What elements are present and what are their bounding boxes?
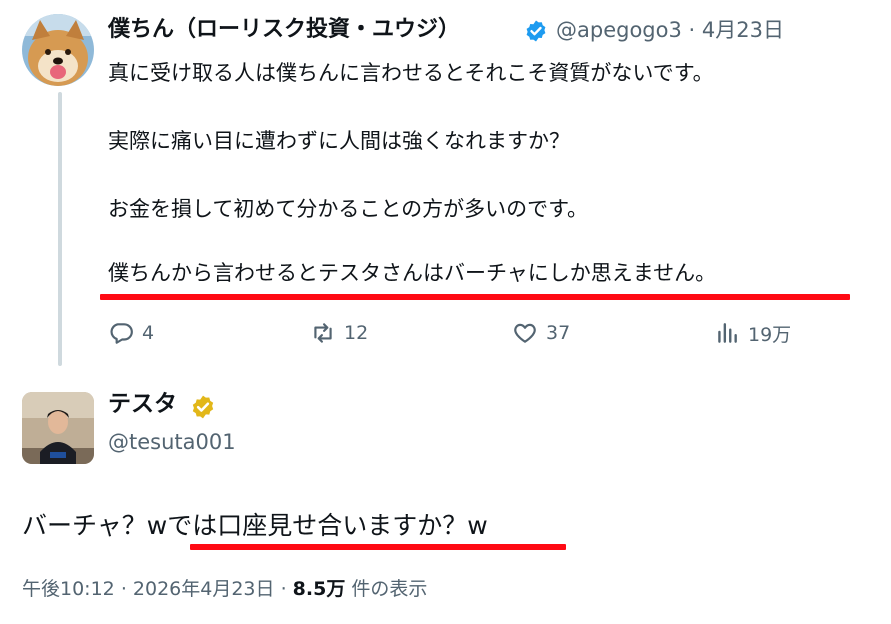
views-count: 8.5万 (292, 578, 346, 600)
verified-badge-icon (526, 20, 546, 42)
retweet-icon (314, 323, 332, 343)
like-count: 37 (546, 322, 571, 344)
gold-verified-badge-icon (192, 395, 214, 419)
avatar[interactable] (22, 14, 94, 86)
tweet-text-line: お金を損して初めて分かることの方が多いのです。 (108, 197, 589, 221)
author-name[interactable]: テスタ (108, 388, 177, 420)
author-name[interactable]: 僕ちん（ローリスク投資・ユウジ） (108, 14, 460, 46)
tweet-text-line: 実際に痛い目に遭わずに人間は強くなれますか？ (108, 129, 570, 153)
separator: · (120, 578, 127, 600)
views-button[interactable]: 19万 (714, 318, 791, 348)
views-label: 件の表示 (351, 578, 428, 600)
thread-connector-line (58, 92, 62, 366)
separator: · (280, 578, 287, 600)
tweet-date[interactable]: 2026年4月23日 (133, 578, 275, 600)
tweet-text-line: 僕ちんから言わせるとテスタさんはバーチャにしか思えません。 (108, 261, 717, 285)
reply-count: 4 (142, 322, 155, 344)
separator: · (688, 18, 696, 42)
view-count: 19万 (748, 323, 792, 346)
like-icon (514, 323, 536, 343)
red-underline-annotation (100, 294, 850, 300)
author-handle-and-date[interactable]: @apegogo3 · 4月23日 (556, 14, 784, 46)
tweet-time[interactable]: 午後10:12 (22, 578, 115, 600)
reply-icon (110, 323, 133, 344)
red-underline-annotation (190, 544, 566, 550)
like-button[interactable]: 37 (512, 318, 570, 348)
retweet-button[interactable]: 12 (310, 318, 368, 348)
avatar[interactable] (22, 392, 94, 464)
author-handle[interactable]: @apegogo3 (556, 18, 682, 42)
author-handle[interactable]: @tesuta001 (108, 426, 236, 458)
retweet-count: 12 (344, 322, 369, 344)
tweet-text: バーチャ？wでは口座見せ合いますか？w (22, 511, 488, 540)
tweet-date[interactable]: 4月23日 (702, 18, 784, 42)
views-icon (718, 323, 737, 343)
tweet-text-line: 真に受け取る人は僕ちんに言わせるとそれこそ資質がないです。 (108, 61, 714, 85)
reply-button[interactable]: 4 (108, 318, 154, 348)
tweet-meta: 午後10:12 · 2026年4月23日 · 8.5万 件の表示 (22, 574, 427, 604)
